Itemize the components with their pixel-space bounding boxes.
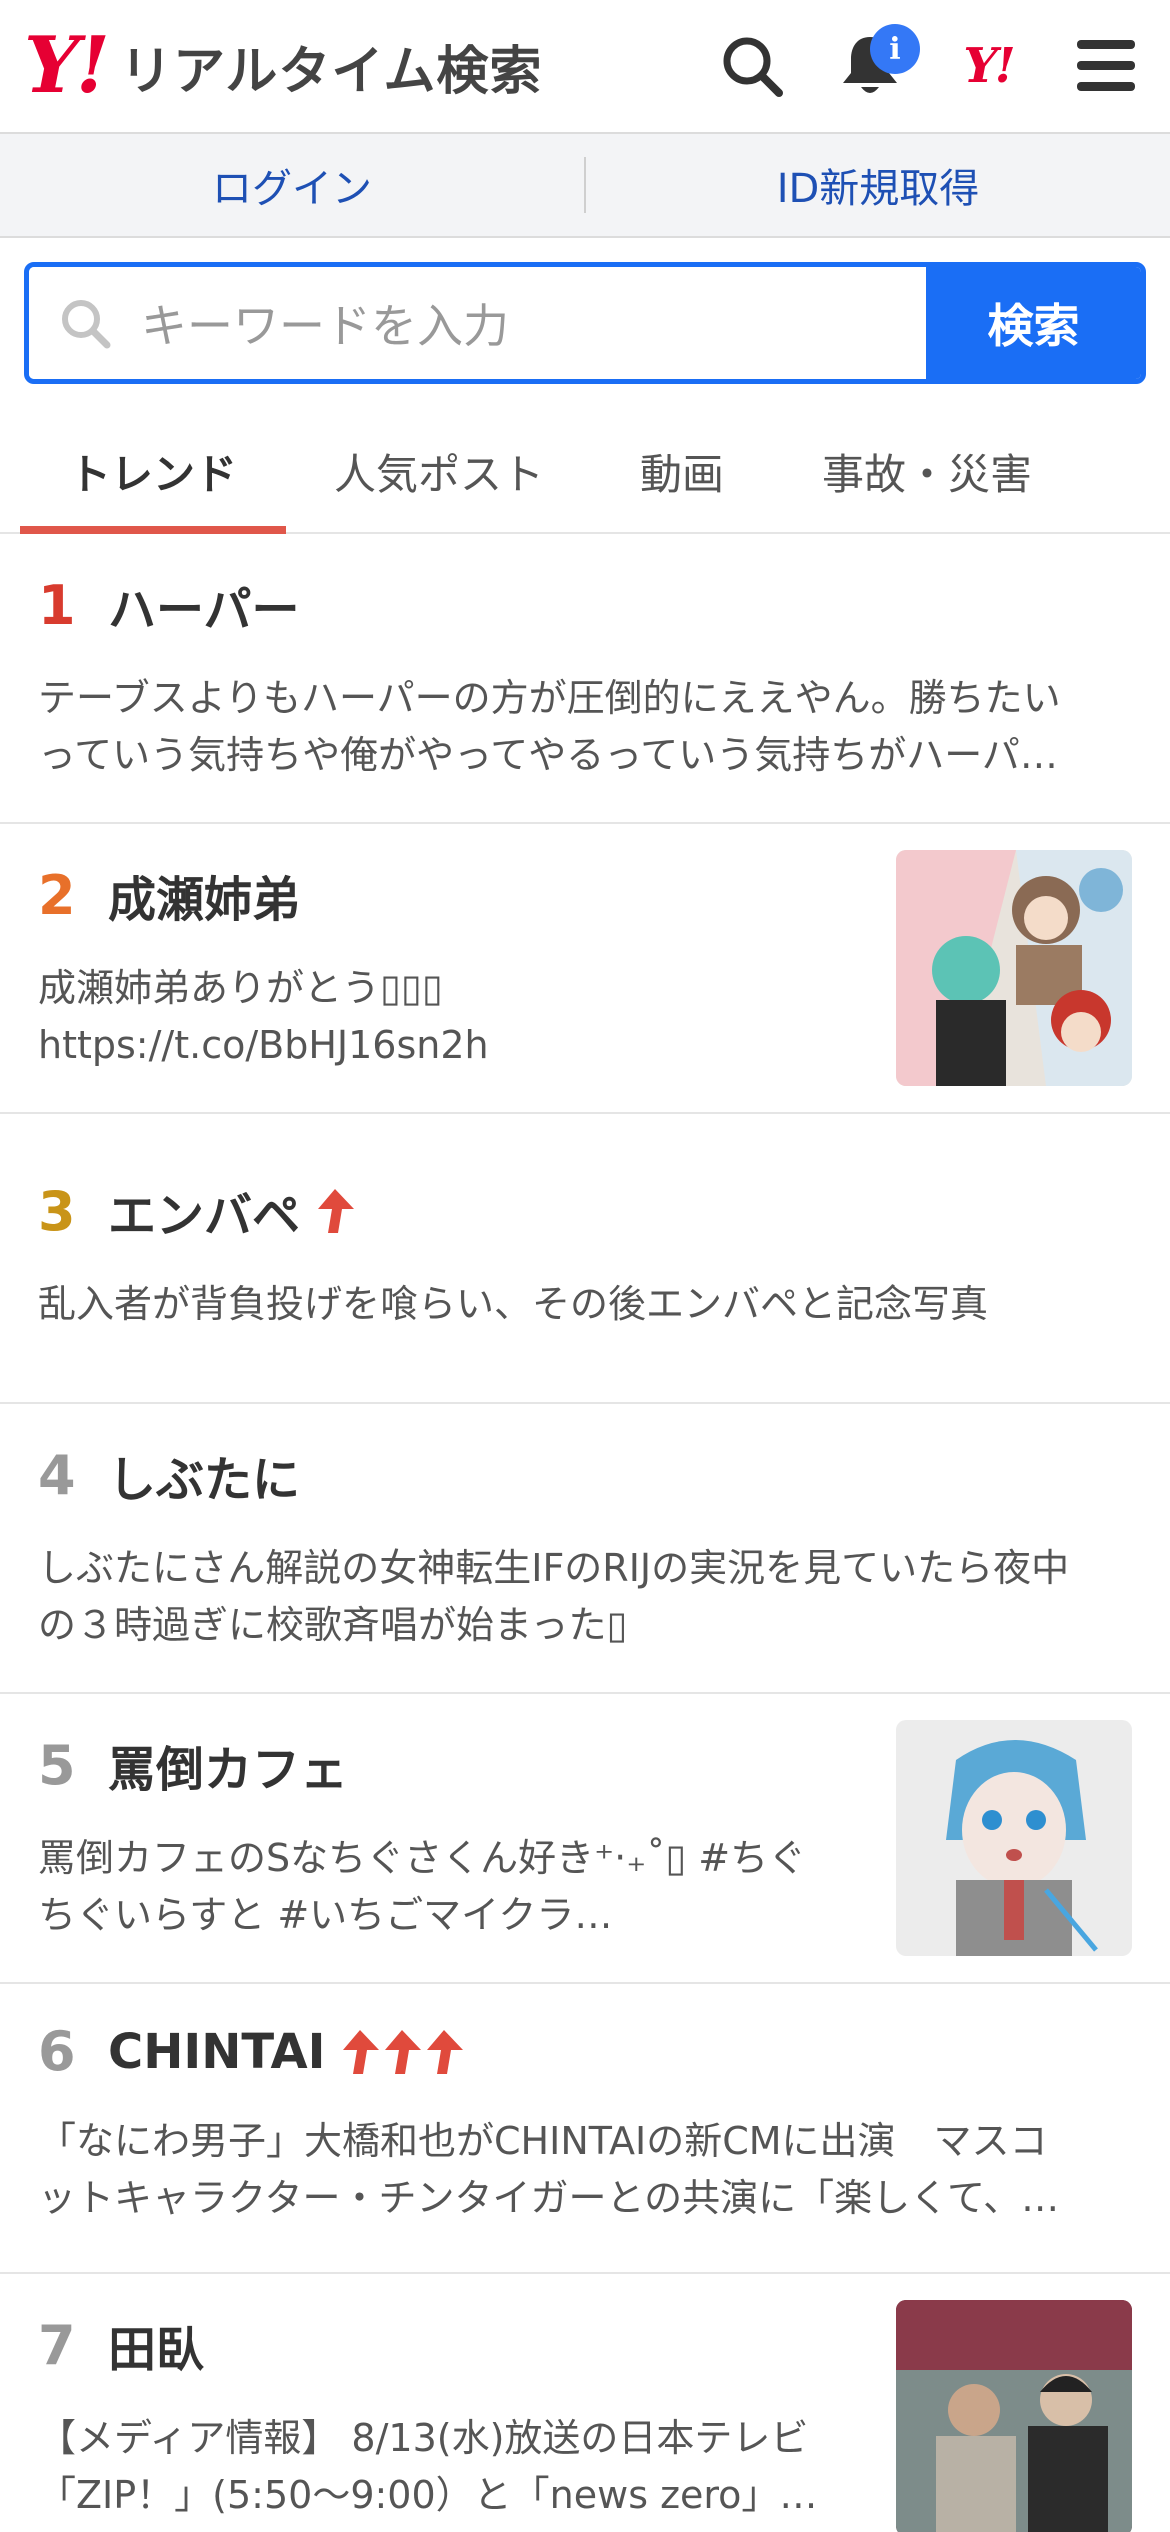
- app-header: Y ! リアルタイム検索 i Y!: [0, 0, 1170, 132]
- rank-number: 6: [38, 2020, 76, 2083]
- trend-description: 乱入者が背負投げを喰らい、その後エンバペと記念写真: [38, 1276, 1146, 1333]
- page-title: リアルタイム検索: [119, 41, 543, 102]
- trend-title: 成瀬姉弟: [108, 872, 301, 928]
- search-box: キーワードを入力 検索: [24, 262, 1146, 384]
- yahoo-mini-text: Y!: [963, 38, 1015, 94]
- desc-line: 「なにわ男子」大橋和也がCHINTAIの新CMに出演 マスコ: [38, 2119, 1048, 2163]
- desc-line: っていう気持ちや俺がやってやるっていう気持ちがハーパ…: [38, 733, 1058, 777]
- trend-item[interactable]: 2 成瀬姉弟 成瀬姉弟ありがとう▯▯▯ https://t.co/BbHJ16s…: [0, 824, 1170, 1114]
- trend-title: ハーパー: [108, 582, 300, 638]
- login-link[interactable]: ログイン: [0, 156, 584, 214]
- trend-title: 罵倒カフェ: [108, 1742, 349, 1798]
- search-field-icon: [62, 300, 111, 349]
- trend-title: しぶたに: [108, 1452, 301, 1508]
- desc-line: ットキャラクター・チンタイガーとの共演に「楽しくて、…: [38, 2176, 1060, 2220]
- tab-trend[interactable]: トレンド: [20, 410, 286, 534]
- search-button[interactable]: 検索: [926, 267, 1141, 379]
- bell-icon[interactable]: i: [830, 24, 920, 106]
- thumbnail-image[interactable]: [896, 850, 1132, 1086]
- trend-title: エンバペ: [108, 1188, 301, 1244]
- register-link[interactable]: ID新規取得: [586, 156, 1170, 214]
- rank-number: 4: [38, 1443, 76, 1507]
- trend-item[interactable]: 3 エンバペ 乱入者が背負投げを喰らい、その後エンバペと記念写真: [0, 1114, 1170, 1404]
- trend-item[interactable]: 1 ハーパー テーブスよりもハーパーの方が圧倒的にええやん。勝ちたい っていう気…: [0, 534, 1170, 824]
- rising-indicator: [314, 1187, 356, 1235]
- menu-icon[interactable]: [1066, 26, 1146, 106]
- trend-description: テーブスよりもハーパーの方が圧倒的にええやん。勝ちたい っていう気持ちや俺がやっ…: [38, 670, 1146, 784]
- rank-number: 3: [38, 1179, 76, 1243]
- yahoo-logo[interactable]: Y ! リアルタイム検索: [24, 27, 542, 105]
- login-bar: ログイン ID新規取得: [0, 132, 1170, 238]
- trend-list: 1 ハーパー テーブスよりもハーパーの方が圧倒的にええやん。勝ちたい っていう気…: [0, 534, 1170, 2532]
- tab-accident-disaster[interactable]: 事故・災害: [772, 410, 1082, 532]
- thumbnail-image[interactable]: [896, 1720, 1132, 1956]
- desc-line: 乱入者が背負投げを喰らい、その後エンバペと記念写真: [38, 1282, 989, 1326]
- category-tabs: トレンド 人気ポスト 動画 事故・災害: [0, 410, 1170, 534]
- up-arrow-icon: [385, 2029, 422, 2074]
- trend-description: 「なにわ男子」大橋和也がCHINTAIの新CMに出演 マスコ ットキャラクター・…: [38, 2113, 1146, 2227]
- rank-number: 5: [38, 1733, 76, 1797]
- rank-number: 7: [38, 2313, 76, 2377]
- up-arrow-icon: [343, 2029, 380, 2074]
- search-icon[interactable]: [712, 26, 792, 106]
- thumbnail-image[interactable]: [896, 2300, 1132, 2532]
- up-arrow-icon: [427, 2029, 464, 2074]
- trend-item[interactable]: 6 CHINTAI 「なにわ男子」大橋和也がCHINTAIの新CMに出演 マスコ…: [0, 1984, 1170, 2274]
- tab-video[interactable]: 動画: [592, 410, 772, 532]
- trend-title: CHINTAI: [108, 2023, 326, 2080]
- rank-number: 1: [38, 573, 76, 637]
- desc-line: テーブスよりもハーパーの方が圧倒的にええやん。勝ちたい: [38, 676, 1061, 720]
- trend-description: しぶたにさん解説の女神転生IFのRIJの実況を見ていたら夜中 の３時過ぎに校歌斉…: [38, 1540, 1146, 1654]
- trend-item[interactable]: 7 田臥 【メディア情報】 8/13(水)放送の日本テレビ 「ZIP！」(5:5…: [0, 2274, 1170, 2532]
- trend-title: 田臥: [108, 2322, 205, 2378]
- logo-y: Y: [24, 20, 80, 111]
- search-placeholder: キーワードを入力: [141, 299, 509, 353]
- yahoo-mini-logo[interactable]: Y!: [948, 26, 1028, 106]
- trend-item[interactable]: 5 罵倒カフェ 罵倒カフェのSなちぐさくん好き⁺‧₊˚▯ #ちぐ ちぐいらすと …: [0, 1694, 1170, 1984]
- notification-badge: i: [870, 24, 920, 74]
- up-arrow-icon: [318, 1189, 355, 1233]
- search-input[interactable]: キーワードを入力: [29, 267, 926, 379]
- trend-item[interactable]: 4 しぶたに しぶたにさん解説の女神転生IFのRIJの実況を見ていたら夜中 の３…: [0, 1404, 1170, 1694]
- desc-line: の３時過ぎに校歌斉唱が始まった▯: [38, 1603, 628, 1647]
- tab-popular-posts[interactable]: 人気ポスト: [286, 410, 592, 532]
- logo-bang: !: [75, 20, 110, 111]
- header-icons: i Y!: [674, 0, 1146, 132]
- rising-indicator: [339, 2028, 465, 2076]
- rank-number: 2: [38, 863, 76, 927]
- desc-line: しぶたにさん解説の女神転生IFのRIJの実況を見ていたら夜中: [38, 1546, 1070, 1590]
